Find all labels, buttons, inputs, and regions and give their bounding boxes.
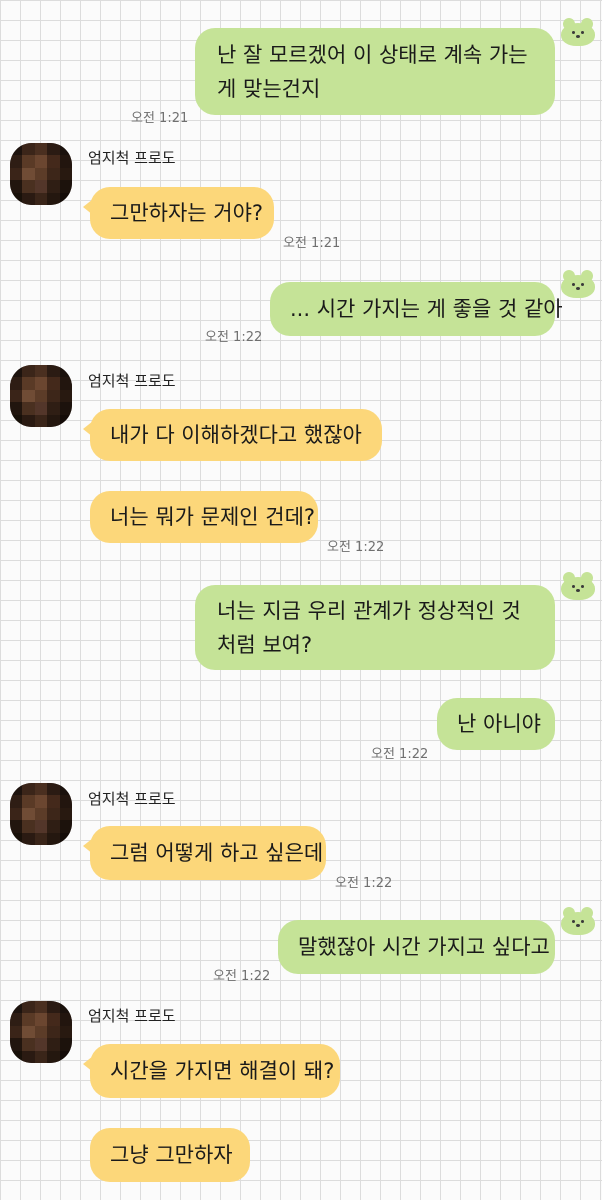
message-text: 너는 지금 우리 관계가 정상적인 것처럼 보여?: [217, 598, 521, 657]
bear-face-icon: [561, 572, 595, 600]
outgoing-message[interactable]: 너는 지금 우리 관계가 정상적인 것처럼 보여?: [195, 585, 555, 670]
bear-face-icon: [561, 270, 595, 298]
message-text: 그냥 그만하자: [110, 1143, 233, 1167]
avatar[interactable]: [10, 1001, 72, 1063]
incoming-message[interactable]: 그냥 그만하자: [90, 1128, 250, 1182]
message-text: ... 시간 가지는 게 좋을 것 같아: [290, 297, 563, 321]
bear-face-icon: [561, 907, 595, 935]
message-text: 난 잘 모르겠어 이 상태로 계속 가는게 맞는건지: [217, 42, 528, 101]
sender-name: 엄지척 프로도: [88, 372, 176, 390]
message-time: 오전 1:22: [213, 969, 271, 984]
message-time: 오전 1:21: [283, 236, 341, 251]
message-text: 말했잖아 시간 가지고 싶다고: [298, 935, 550, 959]
sender-name: 엄지척 프로도: [88, 149, 176, 167]
incoming-message[interactable]: 시간을 가지면 해결이 돼?: [83, 1044, 340, 1098]
outgoing-message[interactable]: 난 아니야: [437, 698, 555, 750]
message-text: 그럼 어떻게 하고 싶은데: [110, 841, 324, 865]
incoming-message[interactable]: 내가 다 이해하겠다고 했잖아: [83, 409, 382, 461]
avatar[interactable]: [10, 365, 72, 427]
message-text: 너는 뭐가 문제인 건데?: [110, 505, 316, 529]
message-time: 오전 1:22: [335, 876, 393, 891]
message-text: 시간을 가지면 해결이 돼?: [110, 1059, 335, 1083]
avatar[interactable]: [10, 143, 72, 205]
incoming-message[interactable]: 너는 뭐가 문제인 건데?: [90, 491, 318, 543]
message-time: 오전 1:22: [371, 747, 429, 762]
message-text: 그만하자는 거야?: [110, 201, 264, 225]
sender-name: 엄지척 프로도: [88, 1007, 176, 1025]
outgoing-message[interactable]: ... 시간 가지는 게 좋을 것 같아: [270, 282, 563, 336]
message-time: 오전 1:21: [131, 111, 189, 126]
outgoing-message[interactable]: 난 잘 모르겠어 이 상태로 계속 가는게 맞는건지: [195, 28, 555, 115]
avatar[interactable]: [10, 783, 72, 845]
incoming-message[interactable]: 그만하자는 거야?: [83, 187, 274, 239]
sender-name: 엄지척 프로도: [88, 790, 176, 808]
outgoing-message[interactable]: 말했잖아 시간 가지고 싶다고: [278, 920, 555, 974]
bear-face-icon: [561, 18, 595, 46]
message-time: 오전 1:22: [205, 330, 263, 345]
message-text: 내가 다 이해하겠다고 했잖아: [110, 423, 362, 447]
incoming-message[interactable]: 그럼 어떻게 하고 싶은데: [83, 826, 326, 880]
message-time: 오전 1:22: [327, 540, 385, 555]
message-text: 난 아니야: [457, 712, 541, 736]
